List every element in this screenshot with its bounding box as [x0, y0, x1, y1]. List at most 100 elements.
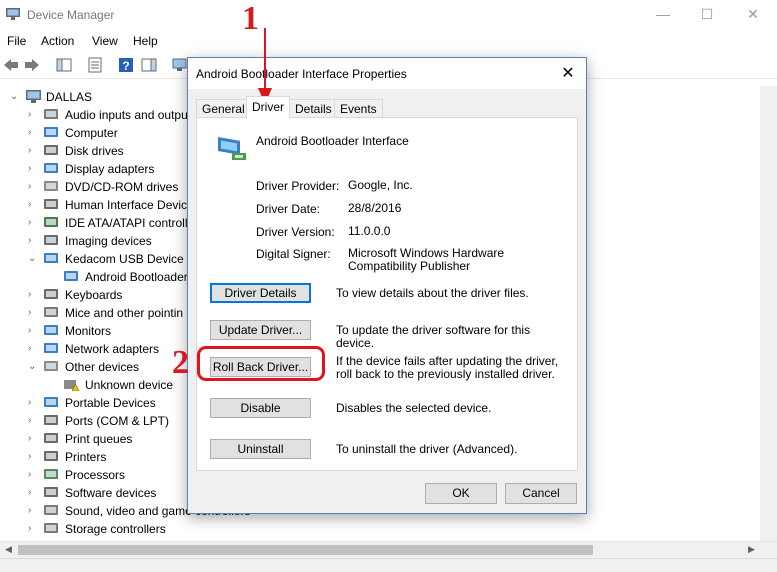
menu-action[interactable]: Action — [41, 34, 74, 48]
chevron-right-icon[interactable]: › — [28, 394, 38, 412]
chevron-right-icon[interactable]: › — [28, 214, 38, 232]
driver-date-label: Driver Date: — [256, 202, 321, 216]
tab-events[interactable]: Events — [334, 99, 383, 118]
tree-item-label: Human Interface Devic — [65, 198, 188, 212]
software-icon — [44, 487, 58, 497]
monitor-icon — [44, 325, 58, 335]
disable-button[interactable]: Disable — [210, 398, 311, 418]
vertical-scrollbar[interactable] — [760, 86, 777, 541]
scrollbar-thumb[interactable] — [18, 545, 593, 555]
back-arrow-icon[interactable] — [2, 56, 20, 74]
scroll-right-icon[interactable]: ▶ — [748, 544, 755, 555]
roll-back-driver-desc: If the device fails after updating the d… — [336, 354, 559, 381]
port-icon — [44, 415, 58, 425]
action-pane-icon[interactable] — [140, 56, 158, 74]
annotation-arrow-icon — [258, 28, 272, 104]
dialog-title: Android Bootloader Interface Properties — [196, 67, 407, 81]
ide-icon — [44, 217, 58, 227]
chevron-right-icon[interactable]: › — [28, 178, 38, 196]
chevron-right-icon[interactable]: › — [28, 232, 38, 250]
menu-help[interactable]: Help — [133, 34, 158, 48]
network-icon — [44, 343, 58, 353]
show-hide-tree-icon[interactable] — [55, 56, 73, 74]
computer-icon — [44, 127, 58, 137]
driver-provider-label: Driver Provider: — [256, 179, 340, 193]
properties-dialog: Android Bootloader Interface Properties … — [187, 57, 587, 514]
menu-view[interactable]: View — [92, 34, 118, 48]
chevron-right-icon[interactable]: › — [28, 412, 38, 430]
horizontal-scrollbar[interactable]: ◀ ▶ — [0, 541, 777, 559]
window-title-bar: Device Manager — ☐ ✕ — [0, 0, 777, 30]
uninstall-button[interactable]: Uninstall — [210, 439, 311, 459]
tab-general[interactable]: General — [196, 99, 251, 118]
keyboard-icon — [44, 289, 58, 299]
other-devices-icon — [44, 361, 58, 371]
disable-desc: Disables the selected device. — [336, 401, 492, 415]
camera-icon — [44, 235, 58, 245]
chevron-right-icon[interactable]: › — [28, 124, 38, 142]
cpu-icon — [44, 469, 58, 479]
minimize-button[interactable]: — — [648, 4, 678, 24]
close-window-button[interactable]: ✕ — [738, 4, 768, 24]
tab-driver[interactable]: Driver — [246, 96, 290, 119]
tree-item-label: Disk drives — [65, 144, 124, 158]
tab-details[interactable]: Details — [289, 99, 338, 118]
menu-bar: File Action View Help — [0, 30, 777, 52]
tree-item-label: Kedacom USB Device — [65, 252, 184, 266]
driver-tab-panel: Android Bootloader Interface Driver Prov… — [196, 117, 578, 471]
tree-item-label: IDE ATA/ATAPI controll — [65, 216, 188, 230]
portable-icon — [44, 397, 58, 407]
chevron-right-icon[interactable]: › — [28, 520, 38, 538]
tree-item-label: Monitors — [65, 324, 112, 338]
tree-item-label: Other devices — [65, 360, 140, 374]
tree-item-label: Audio inputs and outpu — [65, 108, 188, 122]
driver-details-desc: To view details about the driver files. — [336, 286, 529, 300]
speaker-icon — [44, 109, 58, 119]
scroll-left-icon[interactable]: ◀ — [5, 544, 12, 555]
chevron-right-icon[interactable]: › — [28, 484, 38, 502]
uninstall-desc: To uninstall the driver (Advanced). — [336, 442, 518, 456]
usb-device-icon — [44, 253, 58, 263]
chevron-right-icon[interactable]: › — [28, 466, 38, 484]
chevron-right-icon[interactable]: › — [28, 142, 38, 160]
chevron-right-icon[interactable]: › — [28, 340, 38, 358]
display-icon — [44, 163, 58, 173]
help-icon[interactable]: ? — [117, 56, 135, 74]
dialog-close-icon[interactable]: ✕ — [558, 63, 578, 83]
chevron-down-icon[interactable]: ⌄ — [10, 88, 20, 106]
chevron-right-icon[interactable]: › — [28, 286, 38, 304]
forward-arrow-icon[interactable] — [23, 56, 41, 74]
chevron-down-icon[interactable]: ⌄ — [28, 250, 38, 268]
maximize-button[interactable]: ☐ — [692, 4, 722, 24]
tree-item-label: Print queues — [65, 432, 133, 446]
tree-item-label: Keyboards — [65, 288, 123, 302]
menu-file[interactable]: File — [7, 34, 26, 48]
tree-item-label: Printers — [65, 450, 107, 464]
properties-icon[interactable] — [86, 56, 104, 74]
chevron-down-icon[interactable]: ⌄ — [28, 358, 38, 376]
svg-text:?: ? — [122, 59, 129, 73]
tree-item-label: Ports (COM & LPT) — [65, 414, 170, 428]
hid-icon — [44, 199, 58, 209]
chevron-right-icon[interactable]: › — [28, 502, 38, 520]
tree-item-label: Computer — [65, 126, 118, 140]
annotation-step-2: 2 — [172, 344, 189, 381]
driver-details-button[interactable]: Driver Details — [210, 283, 311, 303]
cancel-button[interactable]: Cancel — [505, 483, 577, 504]
chevron-right-icon[interactable]: › — [28, 106, 38, 124]
chevron-right-icon[interactable]: › — [28, 430, 38, 448]
ok-button[interactable]: OK — [425, 483, 497, 504]
device-name: Android Bootloader Interface — [256, 134, 409, 148]
status-bar — [0, 558, 777, 572]
chevron-right-icon[interactable]: › — [28, 196, 38, 214]
chevron-right-icon[interactable]: › — [28, 322, 38, 340]
chevron-right-icon[interactable]: › — [28, 160, 38, 178]
driver-version-label: Driver Version: — [256, 225, 335, 239]
chevron-right-icon[interactable]: › — [28, 304, 38, 322]
update-driver-desc: To update the driver software for this d… — [336, 323, 531, 350]
warning-device-icon — [64, 380, 79, 391]
update-driver-button[interactable]: Update Driver... — [210, 320, 311, 340]
chevron-right-icon[interactable]: › — [28, 448, 38, 466]
roll-back-highlight — [197, 346, 325, 381]
driver-version-value: 11.0.0.0 — [348, 224, 391, 238]
